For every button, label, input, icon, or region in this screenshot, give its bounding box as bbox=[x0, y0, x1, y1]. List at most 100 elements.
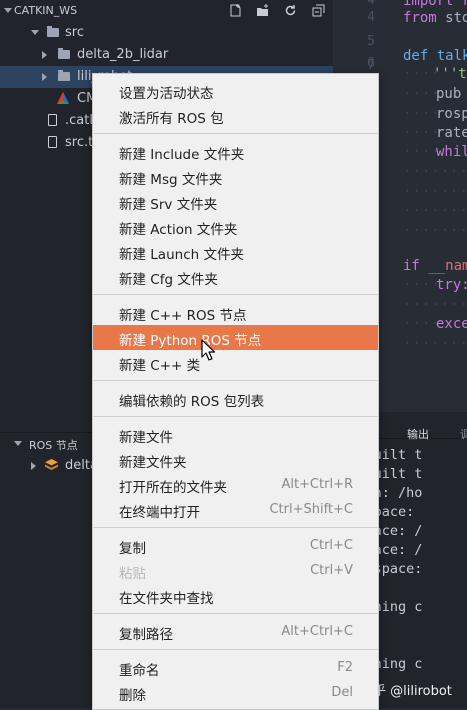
menu-item-label: 激活所有 ROS 包 bbox=[119, 111, 224, 127]
line-number: 4 bbox=[367, 10, 375, 25]
menu-item-label: 粘贴 bbox=[119, 566, 146, 582]
menu-item-paste: 粘贴 Ctrl+V bbox=[93, 558, 378, 583]
menu-item-label: 新建 Launch 文件夹 bbox=[119, 247, 244, 263]
code-keyword: exce bbox=[436, 316, 467, 332]
menu-item-label: 在终端中打开 bbox=[119, 505, 200, 521]
menu-item-activate-all-ros-packages[interactable]: 激活所有 ROS 包 bbox=[93, 103, 378, 128]
line-number: 5 bbox=[367, 34, 375, 49]
code-line-text: __nam bbox=[419, 258, 467, 274]
code-line: exce bbox=[436, 316, 467, 332]
menu-item-label: 新建 Action 文件夹 bbox=[119, 222, 238, 238]
tree-item-label: src.t bbox=[65, 135, 94, 150]
menu-item-copy-path[interactable]: 复制路径 Alt+Ctrl+C bbox=[93, 619, 378, 644]
line-number: 4 bbox=[367, 0, 375, 8]
menu-item-label: 复制路径 bbox=[119, 627, 173, 643]
indent-guide: ·············· bbox=[403, 223, 467, 239]
menu-separator bbox=[93, 613, 378, 614]
file-icon bbox=[48, 114, 57, 126]
chevron-right-icon bbox=[42, 73, 47, 81]
menu-item-label: 在文件夹中查找 bbox=[119, 591, 214, 607]
menu-item-label: 新建 Include 文件夹 bbox=[119, 147, 245, 163]
menu-item-open-containing-folder[interactable]: 打开所在的文件夹 Alt+Ctrl+R bbox=[93, 472, 378, 497]
menu-item-label: 新建文件 bbox=[119, 430, 173, 446]
code-keyword: whil bbox=[436, 144, 467, 160]
code-keyword: if bbox=[403, 258, 420, 274]
menu-item-open-in-terminal[interactable]: 在终端中打开 Ctrl+Shift+C bbox=[93, 497, 378, 522]
menu-item-label: 新建 Msg 文件夹 bbox=[119, 172, 223, 188]
menu-item-new-launch-folder[interactable]: 新建 Launch 文件夹 bbox=[93, 239, 378, 264]
context-menu: 设置为活动状态 激活所有 ROS 包 新建 Include 文件夹 新建 Msg… bbox=[92, 73, 379, 710]
menu-item-shortcut: F2 bbox=[337, 660, 353, 675]
menu-item-label: 新建文件夹 bbox=[119, 455, 187, 471]
folder-icon bbox=[47, 26, 59, 37]
refresh-icon[interactable] bbox=[284, 4, 297, 17]
menu-item-delete[interactable]: 删除 Del bbox=[93, 680, 378, 705]
code-line: if __nam bbox=[403, 258, 467, 274]
mouse-cursor-icon bbox=[201, 339, 216, 365]
explorer-title: CATKIN_WS bbox=[14, 4, 78, 17]
code-line: '''t bbox=[433, 66, 467, 82]
explorer-header[interactable]: CATKIN_WS bbox=[0, 0, 333, 22]
folder-icon bbox=[58, 48, 70, 59]
menu-item-label: 编辑依赖的 ROS 包列表 bbox=[119, 394, 265, 410]
menu-item-new-folder[interactable]: 新建文件夹 bbox=[93, 447, 378, 472]
menu-item-label: 设置为活动状态 bbox=[119, 86, 214, 102]
ros-package-icon bbox=[45, 459, 58, 476]
code-line: whil bbox=[436, 144, 467, 160]
code-line: rosp bbox=[436, 106, 467, 122]
menu-separator bbox=[93, 133, 378, 134]
menu-separator bbox=[93, 416, 378, 417]
menu-item-label: 复制 bbox=[119, 541, 146, 557]
code-function-name: talk bbox=[428, 48, 467, 64]
menu-item-new-srv-folder[interactable]: 新建 Srv 文件夹 bbox=[93, 189, 378, 214]
menu-item-shortcut: Ctrl+Shift+C bbox=[269, 502, 353, 517]
menu-item-find-in-folder[interactable]: 在文件夹中查找 bbox=[93, 583, 378, 608]
menu-separator bbox=[93, 380, 378, 381]
code-line: try: bbox=[436, 277, 467, 293]
menu-item-new-action-folder[interactable]: 新建 Action 文件夹 bbox=[93, 214, 378, 239]
menu-item-label: 打开所在的文件夹 bbox=[119, 480, 227, 496]
code-line: from std bbox=[403, 10, 467, 26]
chevron-down-icon bbox=[4, 8, 12, 13]
indent-guide: ·············· bbox=[403, 336, 467, 352]
indent-guide: ·············· bbox=[403, 184, 467, 200]
tree-item-src[interactable]: src bbox=[0, 22, 333, 44]
tree-item-delta-2b-lidar[interactable]: delta_2b_lidar bbox=[0, 44, 333, 66]
menu-item-new-msg-folder[interactable]: 新建 Msg 文件夹 bbox=[93, 164, 378, 189]
code-keyword: def bbox=[403, 48, 429, 64]
chevron-down-icon bbox=[14, 441, 22, 446]
menu-item-shortcut: Alt+Ctrl+C bbox=[281, 624, 353, 639]
menu-item-new-file[interactable]: 新建文件 bbox=[93, 422, 378, 447]
menu-item-shortcut: Del bbox=[331, 685, 353, 700]
menu-item-edit-ros-dependencies[interactable]: 编辑依赖的 ROS 包列表 bbox=[93, 386, 378, 411]
collapse-all-icon[interactable] bbox=[312, 4, 325, 17]
code-line-text: std bbox=[445, 10, 467, 26]
new-folder-icon[interactable] bbox=[256, 4, 269, 17]
menu-item-label: 重命名 bbox=[119, 663, 160, 679]
code-docstring: '''t bbox=[433, 66, 467, 82]
menu-item-label: 新建 C++ 类 bbox=[119, 358, 201, 374]
menu-item-new-include-folder[interactable]: 新建 Include 文件夹 bbox=[93, 139, 378, 164]
code-line-text: import r bbox=[403, 0, 467, 9]
folder-icon bbox=[58, 70, 70, 81]
indent-guide: ·············· bbox=[403, 164, 467, 180]
code-keyword: try: bbox=[436, 277, 467, 293]
tab-output[interactable]: 输出 bbox=[407, 426, 429, 442]
indent-guide: ·············· bbox=[403, 297, 467, 313]
code-line: rate bbox=[436, 125, 467, 141]
menu-item-new-cpp-class[interactable]: 新建 C++ 类 bbox=[93, 350, 378, 375]
menu-item-new-cpp-ros-node[interactable]: 新建 C++ ROS 节点 bbox=[93, 300, 378, 325]
menu-item-new-cfg-folder[interactable]: 新建 Cfg 文件夹 bbox=[93, 264, 378, 289]
menu-item-new-python-ros-node[interactable]: 新建 Python ROS 节点 bbox=[93, 325, 378, 350]
tab-debug[interactable]: 调 bbox=[460, 426, 467, 442]
new-file-icon[interactable] bbox=[229, 4, 242, 17]
chevron-right-icon bbox=[31, 462, 36, 470]
menu-separator bbox=[93, 294, 378, 295]
indent-guide: ·············· bbox=[403, 203, 467, 219]
menu-item-rename[interactable]: 重命名 F2 bbox=[93, 655, 378, 680]
menu-item-shortcut: Alt+Ctrl+R bbox=[281, 477, 353, 492]
menu-separator bbox=[93, 649, 378, 650]
menu-item-copy[interactable]: 复制 Ctrl+C bbox=[93, 533, 378, 558]
chevron-down-icon bbox=[31, 30, 39, 35]
menu-item-set-active[interactable]: 设置为活动状态 bbox=[93, 78, 378, 103]
